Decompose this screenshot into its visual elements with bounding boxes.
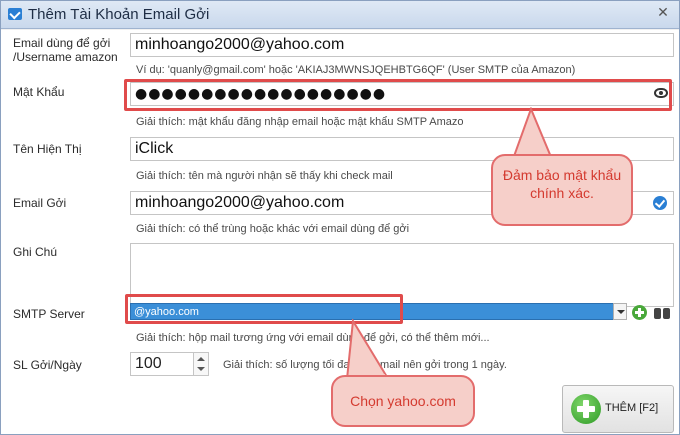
- title-bar: Thêm Tài Khoản Email Gởi ✕: [1, 1, 679, 29]
- callout-password-text: Đảm bảo mật khẩu chính xác.: [502, 167, 622, 201]
- sender-email-hint: Giải thích: có thể trùng hoặc khác với e…: [136, 223, 410, 235]
- display-name-hint: Giải thích: tên mà người nhận sẽ thấy kh…: [136, 170, 393, 182]
- spin-up-icon[interactable]: [197, 357, 205, 361]
- smtp-server-hint: Giải thích: hộp mail tương ứng với email…: [136, 332, 490, 344]
- callout-smtp-text: Chọn yahoo.com: [350, 393, 456, 409]
- check-circle-icon: [653, 196, 667, 210]
- notes-label: Ghi Chú: [13, 245, 58, 259]
- add-button-label: THÊM [F2]: [605, 402, 659, 414]
- password-highlight-box: [124, 79, 672, 111]
- daily-limit-label: SL Gởi/Ngày: [13, 358, 82, 372]
- mail-icon: [8, 8, 22, 20]
- smtp-server-label: SMTP Server: [13, 307, 85, 321]
- daily-limit-spinner[interactable]: [193, 352, 209, 376]
- email-login-hint: Ví dụ: 'quanly@gmail.com' hoặc 'AKIAJ3MW…: [136, 64, 576, 76]
- email-login-input[interactable]: minhoango2000@yahoo.com: [130, 33, 674, 57]
- add-sender-email-dialog: Thêm Tài Khoản Email Gởi ✕ Email dùng để…: [0, 0, 680, 435]
- password-hint: Giải thích: mật khẩu đăng nhập email hoặ…: [136, 116, 464, 128]
- email-login-label: Email dùng để gởi /Username amazon: [13, 36, 118, 64]
- daily-limit-input[interactable]: 100: [130, 352, 194, 376]
- binoculars-icon[interactable]: [653, 304, 671, 320]
- add-account-button[interactable]: THÊM [F2]: [562, 385, 674, 433]
- sender-email-label: Email Gởi: [13, 196, 67, 210]
- window-title: Thêm Tài Khoản Email Gởi: [28, 6, 210, 23]
- email-login-label-line2: /Username amazon: [13, 50, 118, 64]
- display-name-label: Tên Hiện Thị: [13, 142, 82, 156]
- chevron-down-icon[interactable]: [613, 303, 627, 320]
- callout-password-tip: Đảm bảo mật khẩu chính xác.: [491, 154, 633, 226]
- sender-email-value: minhoango2000@yahoo.com: [135, 194, 345, 211]
- password-label: Mật Khẩu: [13, 85, 65, 99]
- close-button[interactable]: ✕: [655, 5, 671, 21]
- plus-circle-icon: [571, 394, 601, 424]
- callout-smtp-tip: Chọn yahoo.com: [331, 375, 475, 427]
- email-login-label-line1: Email dùng để gởi: [13, 36, 111, 50]
- spin-down-icon[interactable]: [197, 367, 205, 371]
- add-smtp-plus-icon[interactable]: [632, 305, 647, 320]
